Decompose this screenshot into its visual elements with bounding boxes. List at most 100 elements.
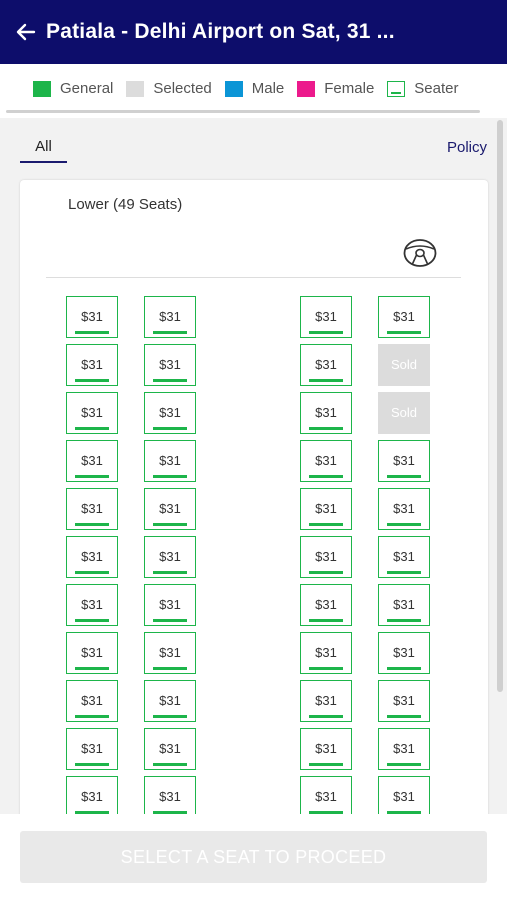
seat-available[interactable]: $31 [66, 440, 118, 482]
seat-price: $31 [81, 453, 103, 468]
seat-price: $31 [81, 309, 103, 324]
seat-price: $31 [315, 309, 337, 324]
general-swatch-icon [33, 80, 51, 97]
seat-base [387, 763, 421, 766]
seat-sold: Sold [378, 392, 430, 434]
seat-price: $31 [81, 645, 103, 660]
seat-available[interactable]: $31 [144, 584, 196, 626]
seat-available[interactable]: $31 [300, 680, 352, 722]
seat-base [75, 523, 109, 526]
seat-available[interactable]: $31 [66, 392, 118, 434]
seat-price: $31 [159, 741, 181, 756]
seat-available[interactable]: $31 [378, 632, 430, 674]
seat-available[interactable]: $31 [378, 584, 430, 626]
seat-base [153, 331, 187, 334]
seat-available[interactable]: $31 [144, 536, 196, 578]
seat-base [387, 667, 421, 670]
seat-available[interactable]: $31 [66, 680, 118, 722]
deck-divider [46, 277, 461, 278]
seat-available[interactable]: $31 [144, 488, 196, 530]
seat-price: $31 [393, 645, 415, 660]
seat-available[interactable]: $31 [144, 440, 196, 482]
seat-price: $31 [393, 501, 415, 516]
seat-available[interactable]: $31 [66, 776, 118, 814]
seat-price: $31 [159, 309, 181, 324]
seat-price: Sold [390, 357, 418, 372]
scrollbar[interactable] [497, 120, 503, 692]
seat-available[interactable]: $31 [300, 296, 352, 338]
seat-available[interactable]: $31 [144, 776, 196, 814]
seat-available[interactable]: $31 [66, 344, 118, 386]
female-swatch-icon [297, 80, 316, 97]
lower-deck: Lower (49 Seats) $31 $31 $31 $31 $31 $31 $31 So… [20, 180, 488, 814]
seat-available[interactable]: $31 [300, 776, 352, 814]
seat-base [153, 523, 187, 526]
seat-available[interactable]: $31 [144, 296, 196, 338]
seat-base [387, 475, 421, 478]
seat-available[interactable]: $31 [300, 440, 352, 482]
seat-available[interactable]: $31 [66, 296, 118, 338]
seat-available[interactable]: $31 [300, 728, 352, 770]
seat-available[interactable]: $31 [378, 728, 430, 770]
seat-base [309, 475, 343, 478]
proceed-button[interactable]: SELECT A SEAT TO PROCEED [20, 831, 487, 883]
seat-base [75, 331, 109, 334]
seat-price: $31 [159, 501, 181, 516]
seat-available[interactable]: $31 [66, 488, 118, 530]
seat-base [75, 379, 109, 382]
male-swatch-icon [224, 80, 243, 97]
seat-available[interactable]: $31 [300, 536, 352, 578]
seat-base [309, 667, 343, 670]
seat-available[interactable]: $31 [300, 488, 352, 530]
seat-available[interactable]: $31 [378, 296, 430, 338]
seat-base [309, 571, 343, 574]
seat-available[interactable]: $31 [378, 440, 430, 482]
seat-available[interactable]: $31 [66, 728, 118, 770]
seat-available[interactable]: $31 [144, 344, 196, 386]
legend-scroll-indicator[interactable] [6, 110, 480, 113]
seat-available[interactable]: $31 [378, 488, 430, 530]
seat-price: $31 [393, 789, 415, 804]
seat-base [75, 763, 109, 766]
seat-available[interactable]: $31 [300, 344, 352, 386]
seat-price: $31 [81, 597, 103, 612]
policy-link[interactable]: Policy [447, 139, 487, 156]
seat-available[interactable]: $31 [144, 728, 196, 770]
seat-price: $31 [315, 405, 337, 420]
seat-price: $31 [159, 453, 181, 468]
seat-available[interactable]: $31 [144, 680, 196, 722]
seat-price: $31 [159, 549, 181, 564]
seat-base [75, 427, 109, 430]
seat-available[interactable]: $31 [144, 632, 196, 674]
seat-price: $31 [159, 405, 181, 420]
seat-available[interactable]: $31 [66, 632, 118, 674]
seat-price: $31 [393, 741, 415, 756]
seat-available[interactable]: $31 [144, 392, 196, 434]
seat-base [387, 523, 421, 526]
seat-available[interactable]: $31 [300, 392, 352, 434]
seat-price: $31 [315, 741, 337, 756]
seat-base [309, 763, 343, 766]
seat-price: $31 [315, 453, 337, 468]
seat-available[interactable]: $31 [300, 584, 352, 626]
seat-available[interactable]: $31 [300, 632, 352, 674]
seat-base [387, 715, 421, 718]
seat-price: $31 [81, 741, 103, 756]
legend-male: Male [224, 80, 285, 97]
seat-base [153, 571, 187, 574]
legend-general: General [33, 80, 113, 97]
seat-available[interactable]: $31 [66, 536, 118, 578]
seat-base [309, 427, 343, 430]
seat-base [387, 619, 421, 622]
seat-price: $31 [393, 597, 415, 612]
seat-price: $31 [315, 789, 337, 804]
seat-available[interactable]: $31 [378, 776, 430, 814]
seat-available[interactable]: $31 [66, 584, 118, 626]
seat-price: $31 [393, 549, 415, 564]
seat-available[interactable]: $31 [378, 680, 430, 722]
seat-available[interactable]: $31 [378, 536, 430, 578]
tab-all[interactable]: All [20, 138, 67, 163]
back-button[interactable] [0, 0, 46, 64]
legend-label: Male [251, 80, 285, 97]
seat-base [309, 331, 343, 334]
